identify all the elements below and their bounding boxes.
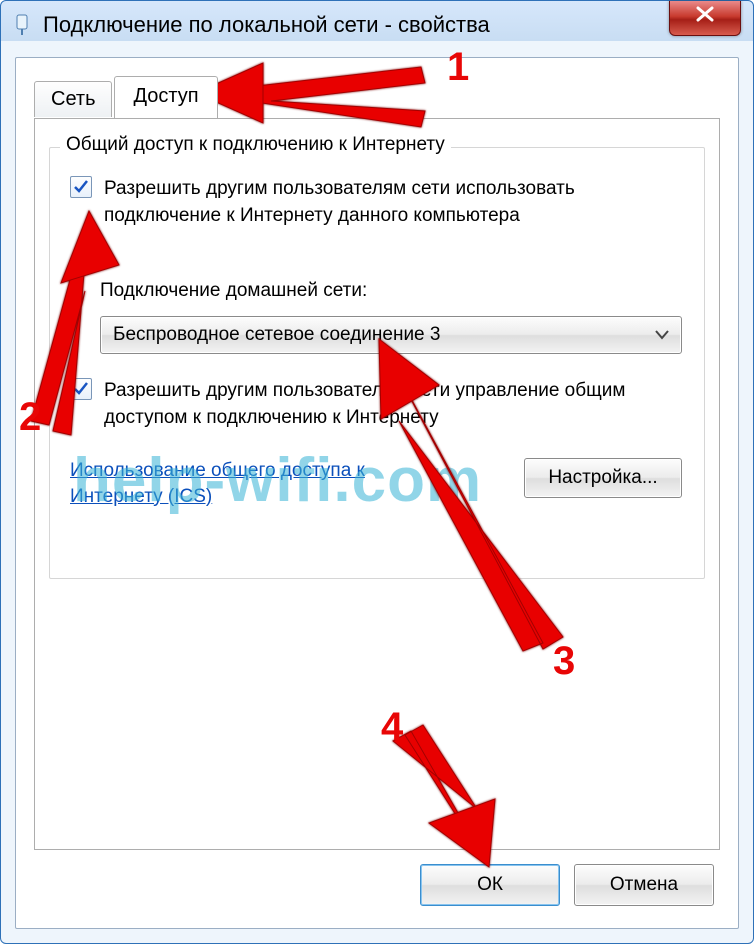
ics-help-link[interactable]: Использование общего доступа к Интернету… [70,458,430,509]
ok-button[interactable]: ОК [420,864,560,906]
titlebar: Подключение по локальной сети - свойства [1,1,753,49]
dialog-buttons: ОК Отмена [420,864,714,906]
client-area: Сеть Доступ Общий доступ к подключению к… [15,57,739,929]
allow-use-label: Разрешить другим пользователям сети испо… [104,176,684,229]
allow-use-row: Разрешить другим пользователям сети испо… [70,176,684,229]
home-connection-dropdown[interactable]: Беспроводное сетевое соединение 3 [100,316,682,354]
tab-access[interactable]: Доступ [114,76,217,118]
tab-network[interactable]: Сеть [34,81,112,117]
link-row: Использование общего доступа к Интернету… [70,458,682,509]
close-icon [696,5,714,27]
cancel-button[interactable]: Отмена [574,864,714,906]
allow-manage-checkbox[interactable] [70,378,92,400]
allow-manage-row: Разрешить другим пользователям сети упра… [70,378,684,431]
properties-dialog: Подключение по локальной сети - свойства… [0,0,754,944]
tab-panel: Общий доступ к подключению к Интернету Р… [34,118,720,850]
window-title: Подключение по локальной сети - свойства [43,12,490,38]
ics-groupbox: Общий доступ к подключению к Интернету Р… [49,147,705,579]
close-button[interactable] [669,1,741,36]
allow-manage-label: Разрешить другим пользователям сети упра… [104,378,684,431]
group-title: Общий доступ к подключению к Интернету [60,134,451,156]
chevron-down-icon [655,324,669,346]
allow-use-checkbox[interactable] [70,176,92,198]
dropdown-selected-value: Беспроводное сетевое соединение 3 [113,324,440,346]
settings-button[interactable]: Настройка... [524,458,682,498]
network-adapter-icon [11,14,33,36]
tab-strip: Сеть Доступ [34,76,220,117]
home-connection-label: Подключение домашней сети: [100,280,367,302]
